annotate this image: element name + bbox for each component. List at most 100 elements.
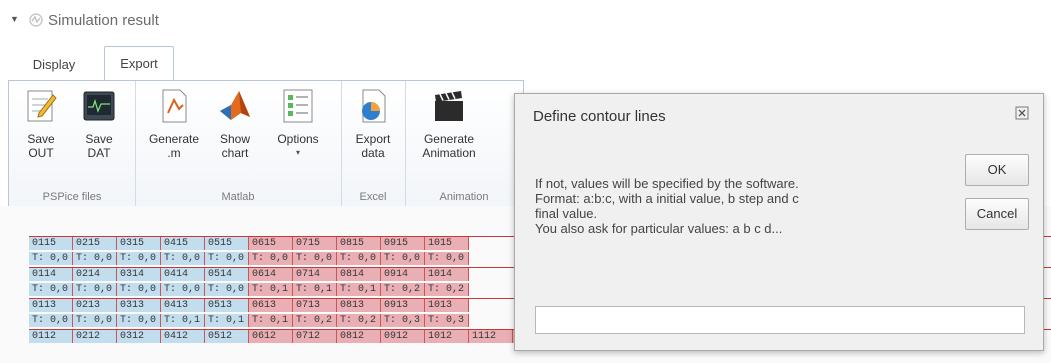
grid-cell: T: 0,0 xyxy=(73,282,117,296)
grid-cell: 0913 xyxy=(381,299,425,312)
dialog-help-text: If not, values will be specified by the … xyxy=(535,176,925,236)
grid-cell: T: 0,0 xyxy=(117,251,161,265)
grid-cell: T: 0,0 xyxy=(205,282,249,296)
grid-cell: T: 0,0 xyxy=(117,282,161,296)
grid-cell: T: 0,0 xyxy=(381,251,425,265)
grid-cell: T: 0,0 xyxy=(161,282,205,296)
contour-values-input[interactable] xyxy=(535,306,1025,334)
grid-cell: 0515 xyxy=(205,237,249,250)
grid-cell: 0315 xyxy=(117,237,161,250)
group-label-pspice: PSPice files xyxy=(42,191,102,203)
help-line-4: You also ask for particular values: a b … xyxy=(535,221,783,236)
export-data-label-2: data xyxy=(361,146,385,160)
show-chart-label-1: Show xyxy=(219,132,251,146)
grid-cell: T: 0,0 xyxy=(29,313,73,327)
grid-cell: 0312 xyxy=(117,330,161,343)
window-titlebar: ▼ Simulation result xyxy=(0,0,1051,42)
grid-cell: 0414 xyxy=(161,268,205,281)
options-label: Options xyxy=(277,132,319,146)
grid-cell: T: 0,0 xyxy=(117,313,161,327)
define-contour-lines-dialog: Define contour lines If not, values will… xyxy=(514,93,1044,351)
clapperboard-icon xyxy=(435,91,463,121)
excel-export-icon xyxy=(362,89,386,123)
window-title: Simulation result xyxy=(48,12,159,29)
grid-cell: T: 0,0 xyxy=(161,251,205,265)
show-chart-label-2: chart xyxy=(221,146,249,160)
tab-export[interactable]: Export xyxy=(104,46,174,80)
group-label-excel: Excel xyxy=(359,191,387,203)
grid-cell: 0815 xyxy=(337,237,381,250)
grid-cell: 1112 xyxy=(469,330,513,343)
export-data-button[interactable]: Export data xyxy=(347,87,399,160)
grid-cell: 0712 xyxy=(293,330,337,343)
export-data-label-1: Export xyxy=(355,132,391,146)
grid-cell: 0114 xyxy=(29,268,73,281)
grid-cell: T: 0,0 xyxy=(73,313,117,327)
grid-cell: 0713 xyxy=(293,299,337,312)
grid-cell: 0214 xyxy=(73,268,117,281)
ok-button[interactable]: OK xyxy=(965,154,1029,186)
simulation-icon xyxy=(29,13,43,27)
grid-cell: 0115 xyxy=(29,237,73,250)
tab-display[interactable]: Display xyxy=(16,52,92,78)
grid-cell: 0915 xyxy=(381,237,425,250)
cancel-button[interactable]: Cancel xyxy=(965,198,1029,230)
help-line-2: Format: a:b:c, with a initial value, b s… xyxy=(535,191,799,206)
group-label-animation: Animation xyxy=(439,191,489,203)
grid-cell: 0513 xyxy=(205,299,249,312)
grid-cell: 0714 xyxy=(293,268,337,281)
save-dat-label-1: Save xyxy=(85,132,113,146)
save-out-label-1: Save xyxy=(27,132,55,146)
grid-cell: T: 0,2 xyxy=(337,313,381,327)
grid-cell: 0514 xyxy=(205,268,249,281)
save-dat-button[interactable]: Save DAT xyxy=(73,87,125,160)
group-label-matlab: Matlab xyxy=(221,191,255,203)
grid-cell: 0512 xyxy=(205,330,249,343)
ribbon: Save OUT Save DAT PSPice files Generate … xyxy=(8,80,524,208)
close-icon[interactable] xyxy=(1015,106,1029,120)
grid-cell: T: 0,2 xyxy=(293,313,337,327)
oscilloscope-icon xyxy=(83,91,115,121)
ribbon-group-matlab: Generate .m Show chart Options ▾ Matlab xyxy=(135,81,342,207)
grid-cell: 0912 xyxy=(381,330,425,343)
grid-cell: 0212 xyxy=(73,330,117,343)
generate-animation-label-2: Animation xyxy=(422,146,476,160)
grid-cell: T: 0,2 xyxy=(381,282,425,296)
generate-animation-label-1: Generate xyxy=(423,132,475,146)
generate-m-label-2: .m xyxy=(167,146,181,160)
grid-cell: 0914 xyxy=(381,268,425,281)
save-out-button[interactable]: Save OUT xyxy=(17,87,65,160)
grid-cell: T: 0,0 xyxy=(249,251,293,265)
collapse-arrow-icon[interactable]: ▼ xyxy=(10,14,19,24)
generate-m-label-1: Generate xyxy=(148,132,200,146)
grid-cell: 0314 xyxy=(117,268,161,281)
help-line-3: final value. xyxy=(535,206,598,221)
help-line-1: If not, values will be specified by the … xyxy=(535,176,799,191)
ribbon-group-animation: Generate Animation Animation xyxy=(405,81,523,207)
grid-cell: T: 0,0 xyxy=(425,251,469,265)
options-list-icon xyxy=(283,89,313,123)
grid-cell: 0112 xyxy=(29,330,73,343)
grid-cell: 0313 xyxy=(117,299,161,312)
grid-cell: 0215 xyxy=(73,237,117,250)
grid-cell: 0613 xyxy=(249,299,293,312)
grid-cell: T: 0,1 xyxy=(293,282,337,296)
grid-cell: 0814 xyxy=(337,268,381,281)
grid-cell: T: 0,0 xyxy=(29,251,73,265)
tab-bar: Display Export xyxy=(0,46,1051,80)
options-dropdown-arrow-icon[interactable]: ▾ xyxy=(265,146,331,160)
show-chart-button[interactable]: Show chart xyxy=(211,87,259,160)
grid-cell: T: 0,0 xyxy=(337,251,381,265)
grid-cell: 1015 xyxy=(425,237,469,250)
grid-cell: T: 0,1 xyxy=(249,313,293,327)
save-out-label-2: OUT xyxy=(28,146,54,160)
grid-cell: 0412 xyxy=(161,330,205,343)
grid-cell: 0615 xyxy=(249,237,293,250)
generate-animation-button[interactable]: Generate Animation xyxy=(411,87,487,160)
grid-cell: T: 0,0 xyxy=(73,251,117,265)
generate-m-button[interactable]: Generate .m xyxy=(143,87,205,160)
edit-document-icon xyxy=(27,90,57,122)
grid-cell: T: 0,0 xyxy=(293,251,337,265)
matlab-logo-icon xyxy=(220,91,250,120)
options-button[interactable]: Options ▾ xyxy=(265,87,331,160)
